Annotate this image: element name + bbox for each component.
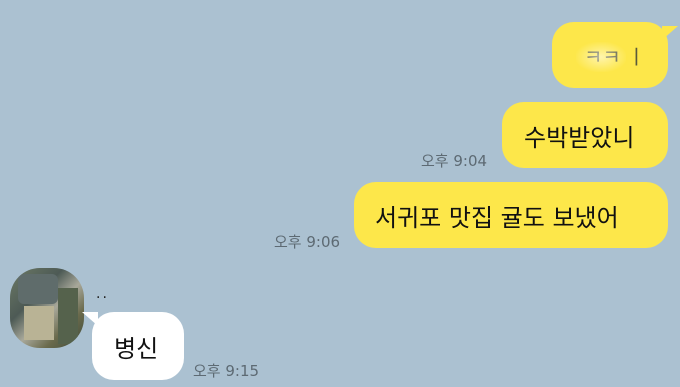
message-time: 오후 9:04: [421, 152, 488, 170]
message-time: 오후 9:15: [193, 362, 260, 380]
message-text: 병신: [114, 334, 159, 363]
message-time: 오후 9:06: [274, 233, 341, 251]
message-text: 수박받았니: [524, 123, 635, 152]
message-bubble-mine[interactable]: 수박받았니: [502, 102, 668, 168]
message-text: 서귀포 맛집 귤도 보냈어: [375, 203, 619, 232]
blurred-region: [576, 42, 626, 72]
chat-area: ㅋㅋ ㅣ 수박받았니 오후 9:04 서귀포 맛집 귤도 보냈어 오후 9:06…: [0, 0, 680, 387]
message-bubble-theirs[interactable]: 병신: [92, 312, 184, 380]
avatar[interactable]: [10, 268, 84, 348]
bubble-tail: [662, 26, 678, 40]
message-bubble-mine[interactable]: 서귀포 맛집 귤도 보냈어: [354, 182, 668, 248]
sender-name: ..: [96, 286, 109, 302]
